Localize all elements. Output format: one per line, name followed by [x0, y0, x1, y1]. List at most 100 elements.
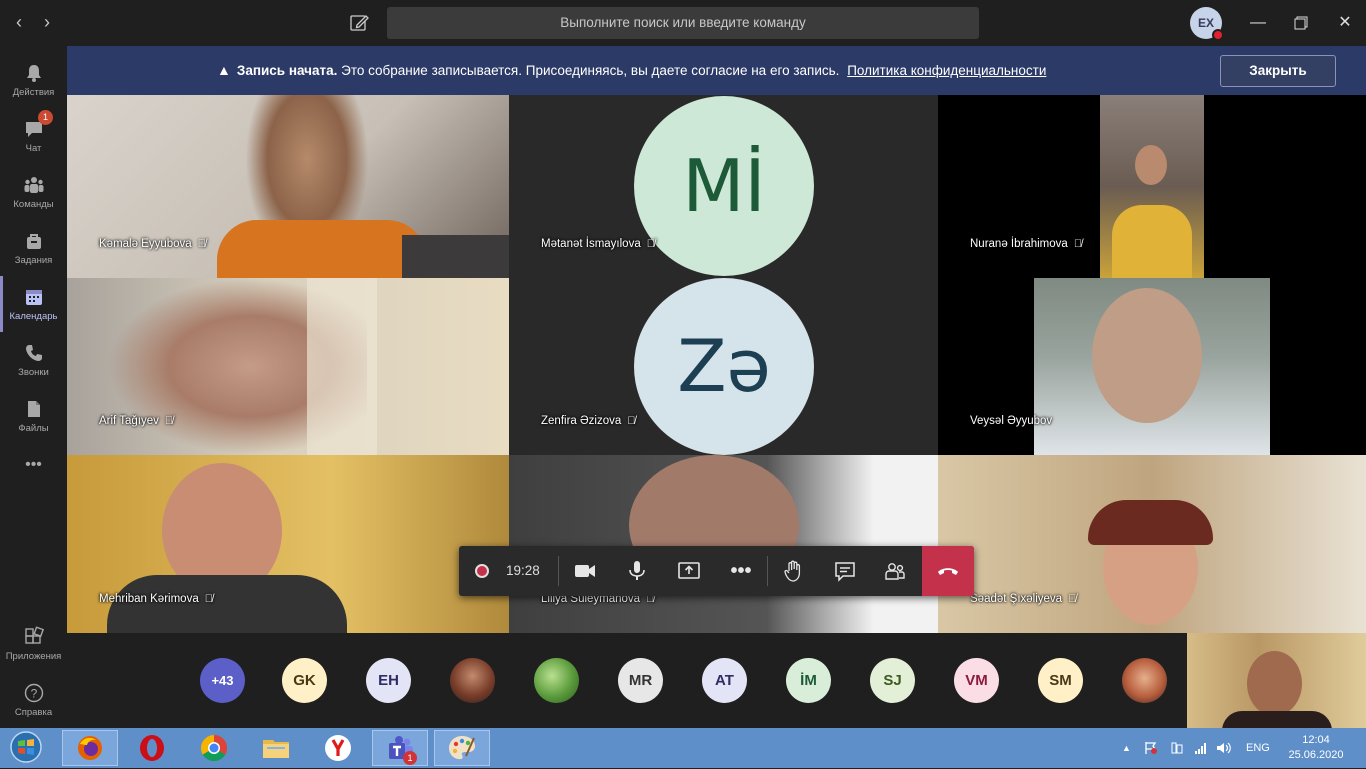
paint-palette-icon	[449, 736, 475, 760]
rail-chat[interactable]: 1 Чат	[0, 108, 67, 164]
taskbar-chrome[interactable]	[186, 730, 242, 766]
mic-off-icon: 🎙̸	[627, 415, 636, 427]
video-tile[interactable]: Zə Zenfira Əzizova 🎙̸	[509, 278, 938, 455]
participant-head	[1092, 288, 1202, 423]
bell-icon	[26, 65, 41, 82]
signal-icon[interactable]	[1194, 728, 1208, 768]
banner-bold: Запись начата.	[236, 63, 338, 78]
tray-flag-icon[interactable]	[1144, 728, 1158, 768]
self-head	[1247, 651, 1302, 716]
video-tile[interactable]: Liliya Süleymanova 🎙̸	[509, 455, 938, 633]
search-input[interactable]: Выполните поиск или введите команду	[387, 7, 979, 39]
forward-arrow-icon[interactable]: ›	[37, 12, 57, 32]
start-button[interactable]	[4, 730, 48, 766]
call-timer: 19:28	[506, 563, 540, 578]
teams-icon	[24, 177, 43, 193]
rail-label: Действия	[12, 87, 55, 98]
help-icon: ?	[24, 683, 43, 703]
roster-avatar[interactable]: VM	[954, 658, 999, 703]
participant-name-text: Kəmalə Eyyubova	[99, 238, 192, 250]
privacy-link[interactable]: Политика конфиденциальности	[847, 63, 1046, 78]
self-body	[1222, 711, 1332, 728]
tray-device-icon[interactable]	[1170, 728, 1184, 768]
participant-name: Mətanət İsmayılova 🎙̸	[541, 238, 655, 250]
participant-hair	[1088, 500, 1213, 545]
taskbar-explorer[interactable]	[248, 730, 304, 766]
video-tile[interactable]: Arif Tağıyev 🎙̸	[67, 278, 509, 455]
rail-files[interactable]: Файлы	[0, 388, 67, 444]
chat-button[interactable]	[819, 546, 871, 596]
system-clock[interactable]: 12:04 25.06.2020	[1284, 733, 1348, 763]
roster-avatar-photo[interactable]	[534, 658, 579, 703]
rail-teams[interactable]: Команды	[0, 164, 67, 220]
share-screen-button[interactable]	[663, 546, 715, 596]
self-video-preview[interactable]	[1187, 633, 1366, 728]
participant-roster: +43 GK EH MR AT İM SJ VM SM	[67, 633, 1187, 728]
rail-calendar[interactable]: Календарь	[0, 276, 67, 332]
language-indicator[interactable]: ENG	[1246, 728, 1270, 768]
hang-up-button[interactable]	[922, 546, 974, 596]
participant-video	[1100, 95, 1204, 278]
opera-icon	[140, 735, 164, 761]
more-options-button[interactable]: •••	[715, 546, 767, 596]
svg-text:?: ?	[30, 687, 37, 701]
mic-off-icon: 🎙̸	[646, 238, 655, 250]
close-banner-button[interactable]: Закрыть	[1220, 55, 1336, 87]
more-icon: •••	[25, 456, 42, 473]
clock-date: 25.06.2020	[1288, 749, 1344, 761]
rail-activity[interactable]: Действия	[0, 52, 67, 108]
participant-name: Veysəl Əyyubov	[970, 415, 1052, 427]
raise-hand-button[interactable]	[767, 546, 819, 596]
camera-button[interactable]	[559, 546, 611, 596]
participant-name-text: Mehriban Kərimova	[99, 593, 199, 605]
roster-avatar-photo[interactable]	[450, 658, 495, 703]
video-tile[interactable]: Səadət Şıxəliyeva 🎙̸	[938, 455, 1366, 633]
user-initials: EX	[1197, 16, 1214, 30]
video-tile[interactable]: Kəmalə Eyyubova 🎙̸	[67, 95, 509, 278]
compose-icon[interactable]	[348, 12, 370, 34]
user-avatar[interactable]: EX	[1190, 7, 1224, 41]
camera-icon	[575, 565, 595, 577]
mic-off-icon: 🎙̸	[1073, 238, 1083, 250]
rail-calls[interactable]: Звонки	[0, 332, 67, 388]
roster-avatar[interactable]: İM	[786, 658, 831, 703]
microphone-button[interactable]	[611, 546, 663, 596]
rail-more-button[interactable]: •••	[0, 450, 67, 480]
participant-name: Mehriban Kərimova 🎙̸	[99, 593, 213, 605]
tray-expand-icon[interactable]: ▲	[1122, 728, 1131, 768]
maximize-button[interactable]	[1286, 8, 1316, 38]
roster-avatar[interactable]: SM	[1038, 658, 1083, 703]
taskbar-paint[interactable]	[434, 730, 490, 766]
chrome-icon	[200, 734, 228, 762]
raise-hand-icon	[784, 560, 801, 582]
windows-logo-icon	[10, 731, 42, 763]
participant-name: Kəmalə Eyyubova 🎙̸	[99, 238, 206, 250]
participant-name: Səadət Şıxəliyeva 🎙̸	[970, 593, 1076, 605]
rail-help[interactable]: ? Справка	[0, 672, 67, 728]
banner-message: ▲ Запись начата. Это собрание записываетс…	[217, 62, 1046, 78]
participants-button[interactable]	[869, 546, 921, 596]
close-window-button[interactable]: ✕	[1330, 8, 1360, 38]
participant-name-text: Veysəl Əyyubov	[970, 415, 1053, 427]
taskbar-firefox[interactable]	[62, 730, 118, 766]
taskbar-teams[interactable]: 1	[372, 730, 428, 766]
video-tile[interactable]: Mİ Mətanət İsmayılova 🎙̸	[509, 95, 938, 278]
roster-avatar[interactable]: EH	[366, 658, 411, 703]
back-arrow-icon[interactable]: ‹	[9, 12, 29, 32]
taskbar-yandex[interactable]	[310, 730, 366, 766]
overflow-participants-button[interactable]: +43	[200, 658, 245, 703]
rail-label: Звонки	[18, 367, 49, 378]
roster-avatar[interactable]: AT	[702, 658, 747, 703]
roster-avatar[interactable]: MR	[618, 658, 663, 703]
roster-avatar[interactable]: GK	[282, 658, 327, 703]
video-tile[interactable]: Mehriban Kərimova 🎙̸	[67, 455, 509, 633]
video-tile[interactable]: Veysəl Əyyubov	[938, 278, 1366, 455]
rail-apps[interactable]: Приложения	[0, 616, 67, 672]
volume-icon[interactable]	[1216, 728, 1232, 768]
minimize-button[interactable]: —	[1243, 8, 1273, 38]
taskbar-opera[interactable]	[124, 730, 180, 766]
video-tile[interactable]: Nuranə İbrahimova 🎙̸	[938, 95, 1366, 278]
roster-avatar[interactable]: SJ	[870, 658, 915, 703]
roster-avatar-photo[interactable]	[1122, 658, 1167, 703]
rail-assignments[interactable]: Задания	[0, 220, 67, 276]
